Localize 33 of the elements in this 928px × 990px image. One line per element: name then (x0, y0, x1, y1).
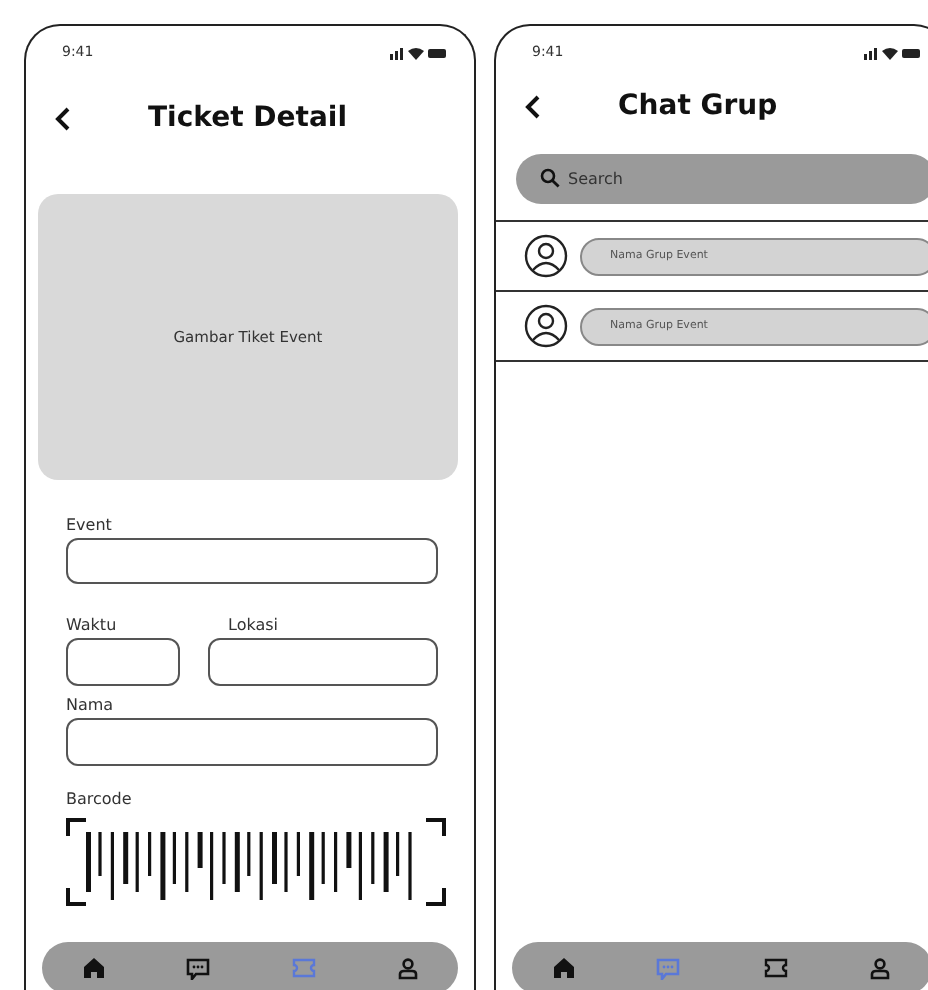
back-button[interactable] (54, 105, 72, 131)
search-icon (540, 168, 560, 188)
field-label: Nama (66, 696, 116, 714)
input-field[interactable] (208, 638, 438, 686)
status-icons (390, 45, 446, 59)
home-icon (83, 958, 103, 978)
search-field[interactable]: Search (516, 154, 928, 204)
chat-icon (656, 957, 681, 979)
nav-tab[interactable] (185, 957, 209, 979)
field-label: Waktu (66, 616, 119, 634)
screen-title: Ticket Detail (148, 102, 347, 134)
nav-tab[interactable] (83, 958, 103, 978)
nav-tab[interactable] (553, 958, 574, 978)
input-field[interactable] (66, 638, 180, 686)
back-button[interactable] (524, 93, 542, 119)
field-label: Lokasi (228, 616, 280, 634)
avatar-icon (524, 304, 568, 348)
status-icons (864, 45, 920, 59)
ticket-icon (763, 958, 788, 978)
nav-tab[interactable] (870, 957, 891, 979)
nav-tab[interactable] (763, 958, 788, 978)
input-field[interactable] (66, 538, 438, 584)
profile-icon (397, 957, 417, 979)
avatar-icon (524, 234, 568, 278)
field-label: Event (66, 516, 114, 534)
ticket-icon (291, 958, 315, 978)
nav-tab[interactable] (397, 957, 417, 979)
input-field[interactable] (66, 718, 438, 766)
profile-icon (870, 957, 891, 979)
field-label: Barcode (66, 790, 134, 808)
chat-icon (185, 957, 209, 979)
screen-title: Chat Grup (618, 90, 778, 122)
home-icon (553, 958, 574, 978)
